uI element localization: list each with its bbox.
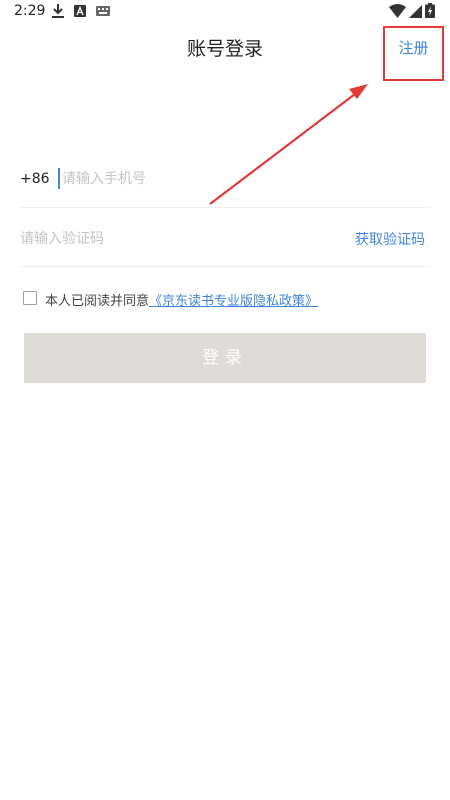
battery-icon <box>425 3 435 18</box>
agreement-label: 本人已阅读并同意 <box>45 294 150 309</box>
code-row: 获取验证码 <box>20 218 431 267</box>
country-code[interactable]: +86 <box>20 171 50 187</box>
get-code-button[interactable]: 获取验证码 <box>355 229 425 249</box>
a-icon <box>74 5 86 17</box>
signal-icon <box>409 5 422 18</box>
download-icon <box>52 4 64 18</box>
agreement-checkbox[interactable] <box>23 291 37 305</box>
verification-code-input[interactable] <box>20 224 260 254</box>
register-button[interactable]: 注册 <box>385 37 442 58</box>
agreement-row: 本人已阅读并同意《京东读书专业版隐私政策》 <box>23 289 433 309</box>
register-highlight-box: 注册 <box>383 26 444 81</box>
text-caret <box>58 168 60 189</box>
agreement-text: 本人已阅读并同意《京东读书专业版隐私政策》 <box>45 290 318 309</box>
privacy-policy-link[interactable]: 《京东读书专业版隐私政策》 <box>149 294 318 309</box>
phone-row: +86 <box>20 160 431 208</box>
wifi-icon <box>389 4 406 18</box>
status-time: 2:29 <box>14 3 46 19</box>
login-button[interactable]: 登录 <box>24 333 426 383</box>
annotation-arrow <box>209 84 368 205</box>
status-bar: 2:29 <box>0 0 450 24</box>
keyboard-icon <box>96 6 110 16</box>
phone-input[interactable] <box>62 164 362 194</box>
